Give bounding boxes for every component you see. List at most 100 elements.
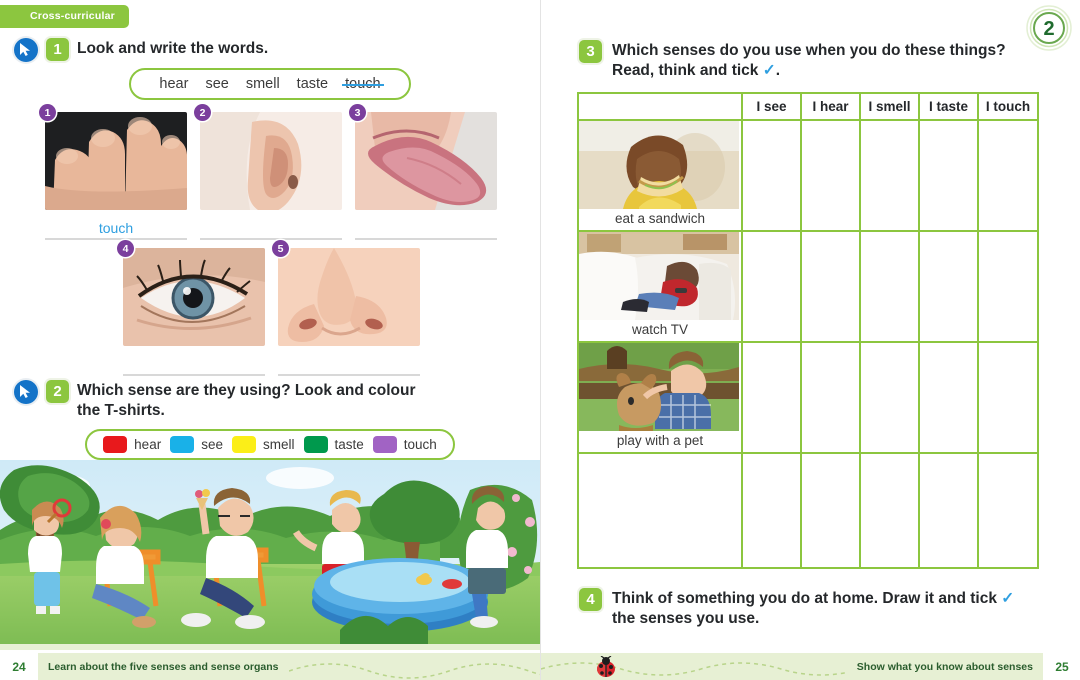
- word-hear[interactable]: hear: [159, 76, 188, 92]
- colour-legend: hear see smell taste touch: [85, 429, 455, 460]
- boy-eating-sandwich-photo: [579, 121, 741, 209]
- tick-icon: ✓: [762, 61, 776, 79]
- cursor-arrow-icon: [14, 380, 38, 404]
- exercise-3-title-line1: Which senses do you use when you do thes…: [612, 42, 1006, 59]
- tick-cell[interactable]: [800, 452, 861, 569]
- exercise-3-title-line2: Read, think and tick: [612, 61, 759, 79]
- table-row: eat a sandwich: [577, 119, 1039, 232]
- legend-item-taste[interactable]: taste: [303, 436, 364, 453]
- tick-cell[interactable]: [741, 230, 802, 343]
- word-see[interactable]: see: [205, 76, 228, 92]
- answer-line-3[interactable]: [355, 218, 497, 240]
- cursor-arrow-icon: [14, 38, 38, 62]
- hand-fingers-photo: [45, 112, 187, 210]
- tick-cell[interactable]: [741, 341, 802, 454]
- exercise-2-legend-wrap: hear see smell taste touch: [0, 429, 540, 460]
- senses-table: I see I hear I smell I taste I touch eat…: [577, 92, 1039, 569]
- legend-label-see: see: [201, 437, 223, 452]
- answer-line-5[interactable]: [278, 354, 420, 376]
- word-touch-struck[interactable]: touch: [342, 76, 385, 92]
- exercise-1-header: 1 Look and write the words.: [14, 38, 514, 62]
- tick-cell[interactable]: [918, 341, 979, 454]
- legend-item-touch[interactable]: touch: [372, 436, 437, 453]
- tick-cell[interactable]: [977, 452, 1039, 569]
- sense-tile-2[interactable]: 2: [194, 104, 342, 210]
- tick-cell[interactable]: [741, 452, 802, 569]
- right-page: 2 3 Which senses do you use when you do …: [540, 0, 1080, 680]
- answer-line-2[interactable]: [200, 218, 342, 240]
- tick-cell[interactable]: [859, 341, 920, 454]
- sense-tile-4[interactable]: 4: [117, 240, 265, 346]
- tick-cell[interactable]: [918, 230, 979, 343]
- legend-label-smell: smell: [262, 437, 295, 452]
- row-label-play-with-a-pet: play with a pet: [616, 433, 704, 448]
- answer-line-1[interactable]: touch: [45, 218, 187, 240]
- exercise-1-title: Look and write the words.: [77, 40, 269, 57]
- tick-cell[interactable]: [918, 452, 979, 569]
- table-header-i-touch: I touch: [977, 92, 1039, 121]
- cross-curricular-tab: Cross-curricular: [0, 5, 129, 28]
- table-header-blank: [577, 92, 743, 121]
- tick-cell[interactable]: [977, 119, 1039, 232]
- senses-table-wrap: I see I hear I smell I taste I touch eat…: [577, 92, 1039, 569]
- legend-item-hear[interactable]: hear: [103, 436, 161, 453]
- exercise-4-title-line1: Think of something you do at home. Draw …: [612, 590, 997, 607]
- table-row: [577, 452, 1039, 569]
- left-page: Cross-curricular 1 Look and write the wo…: [0, 0, 540, 680]
- ear-photo: [200, 112, 342, 210]
- sense-tile-3[interactable]: 3: [349, 104, 497, 210]
- exercise-2-number: 2: [46, 380, 69, 403]
- park-family-scene-illustration[interactable]: [0, 460, 540, 650]
- swatch-taste: [303, 436, 328, 453]
- legend-item-smell[interactable]: smell: [231, 436, 295, 453]
- table-row: watch TV: [577, 230, 1039, 343]
- word-taste[interactable]: taste: [297, 76, 328, 92]
- tick-cell[interactable]: [800, 341, 861, 454]
- tick-cell[interactable]: [859, 452, 920, 569]
- tick-cell[interactable]: [859, 119, 920, 232]
- boy-with-dog-photo: [579, 343, 741, 431]
- exercise-3-title-line2-wrap: Read, think and tick ✓.: [612, 61, 1006, 81]
- tile-number-4: 4: [117, 240, 134, 257]
- tile-number-3: 3: [349, 104, 366, 121]
- workbook-spread: Cross-curricular 1 Look and write the wo…: [0, 0, 1080, 680]
- footer-left: 24 Learn about the five senses and sense…: [0, 653, 540, 680]
- exercise-4-number: 4: [579, 588, 602, 611]
- tick-cell[interactable]: [741, 119, 802, 232]
- swatch-touch: [372, 436, 397, 453]
- tick-cell[interactable]: [800, 230, 861, 343]
- exercise-2-header: 2 Which sense are they using? Look and c…: [14, 380, 514, 421]
- swatch-see: [170, 436, 195, 453]
- exercise-3-title: Which senses do you use when you do thes…: [612, 40, 1006, 81]
- row-cell-blank[interactable]: [577, 452, 743, 569]
- tongue-mouth-photo: [355, 112, 497, 210]
- sense-tile-5[interactable]: 5: [272, 240, 420, 346]
- legend-label-touch: touch: [403, 437, 437, 452]
- exercise-3-title-end: .: [775, 61, 781, 79]
- legend-item-see[interactable]: see: [170, 436, 223, 453]
- footer-right: Show what you know about senses 25: [541, 653, 1080, 680]
- tick-cell[interactable]: [859, 230, 920, 343]
- row-label-watch-tv: watch TV: [631, 322, 689, 337]
- exercise-1-number: 1: [46, 38, 69, 61]
- eye-photo: [123, 248, 265, 346]
- tick-icon: ✓: [1001, 590, 1015, 607]
- tick-cell[interactable]: [977, 341, 1039, 454]
- table-header-i-see: I see: [741, 92, 802, 121]
- tick-cell[interactable]: [918, 119, 979, 232]
- table-header-i-smell: I smell: [859, 92, 920, 121]
- tick-cell[interactable]: [977, 230, 1039, 343]
- row-cell-eat-a-sandwich: eat a sandwich: [577, 119, 743, 232]
- footer-wave-decor: [288, 653, 540, 680]
- exercise-2-title-line1: Which sense are they using? Look and col…: [77, 382, 416, 399]
- exercise-1-wordbank-wrap: hear see smell taste touch: [0, 68, 540, 100]
- tile-number-1: 1: [39, 104, 56, 121]
- exercise-4-title: Think of something you do at home. Draw …: [612, 588, 1014, 629]
- nose-photo: [278, 248, 420, 346]
- tick-cell[interactable]: [800, 119, 861, 232]
- word-smell[interactable]: smell: [246, 76, 280, 92]
- tile-number-5: 5: [272, 240, 289, 257]
- answer-line-4[interactable]: [123, 354, 265, 376]
- sense-tile-1[interactable]: 1: [39, 104, 187, 210]
- page-number-right: 25: [1043, 653, 1080, 680]
